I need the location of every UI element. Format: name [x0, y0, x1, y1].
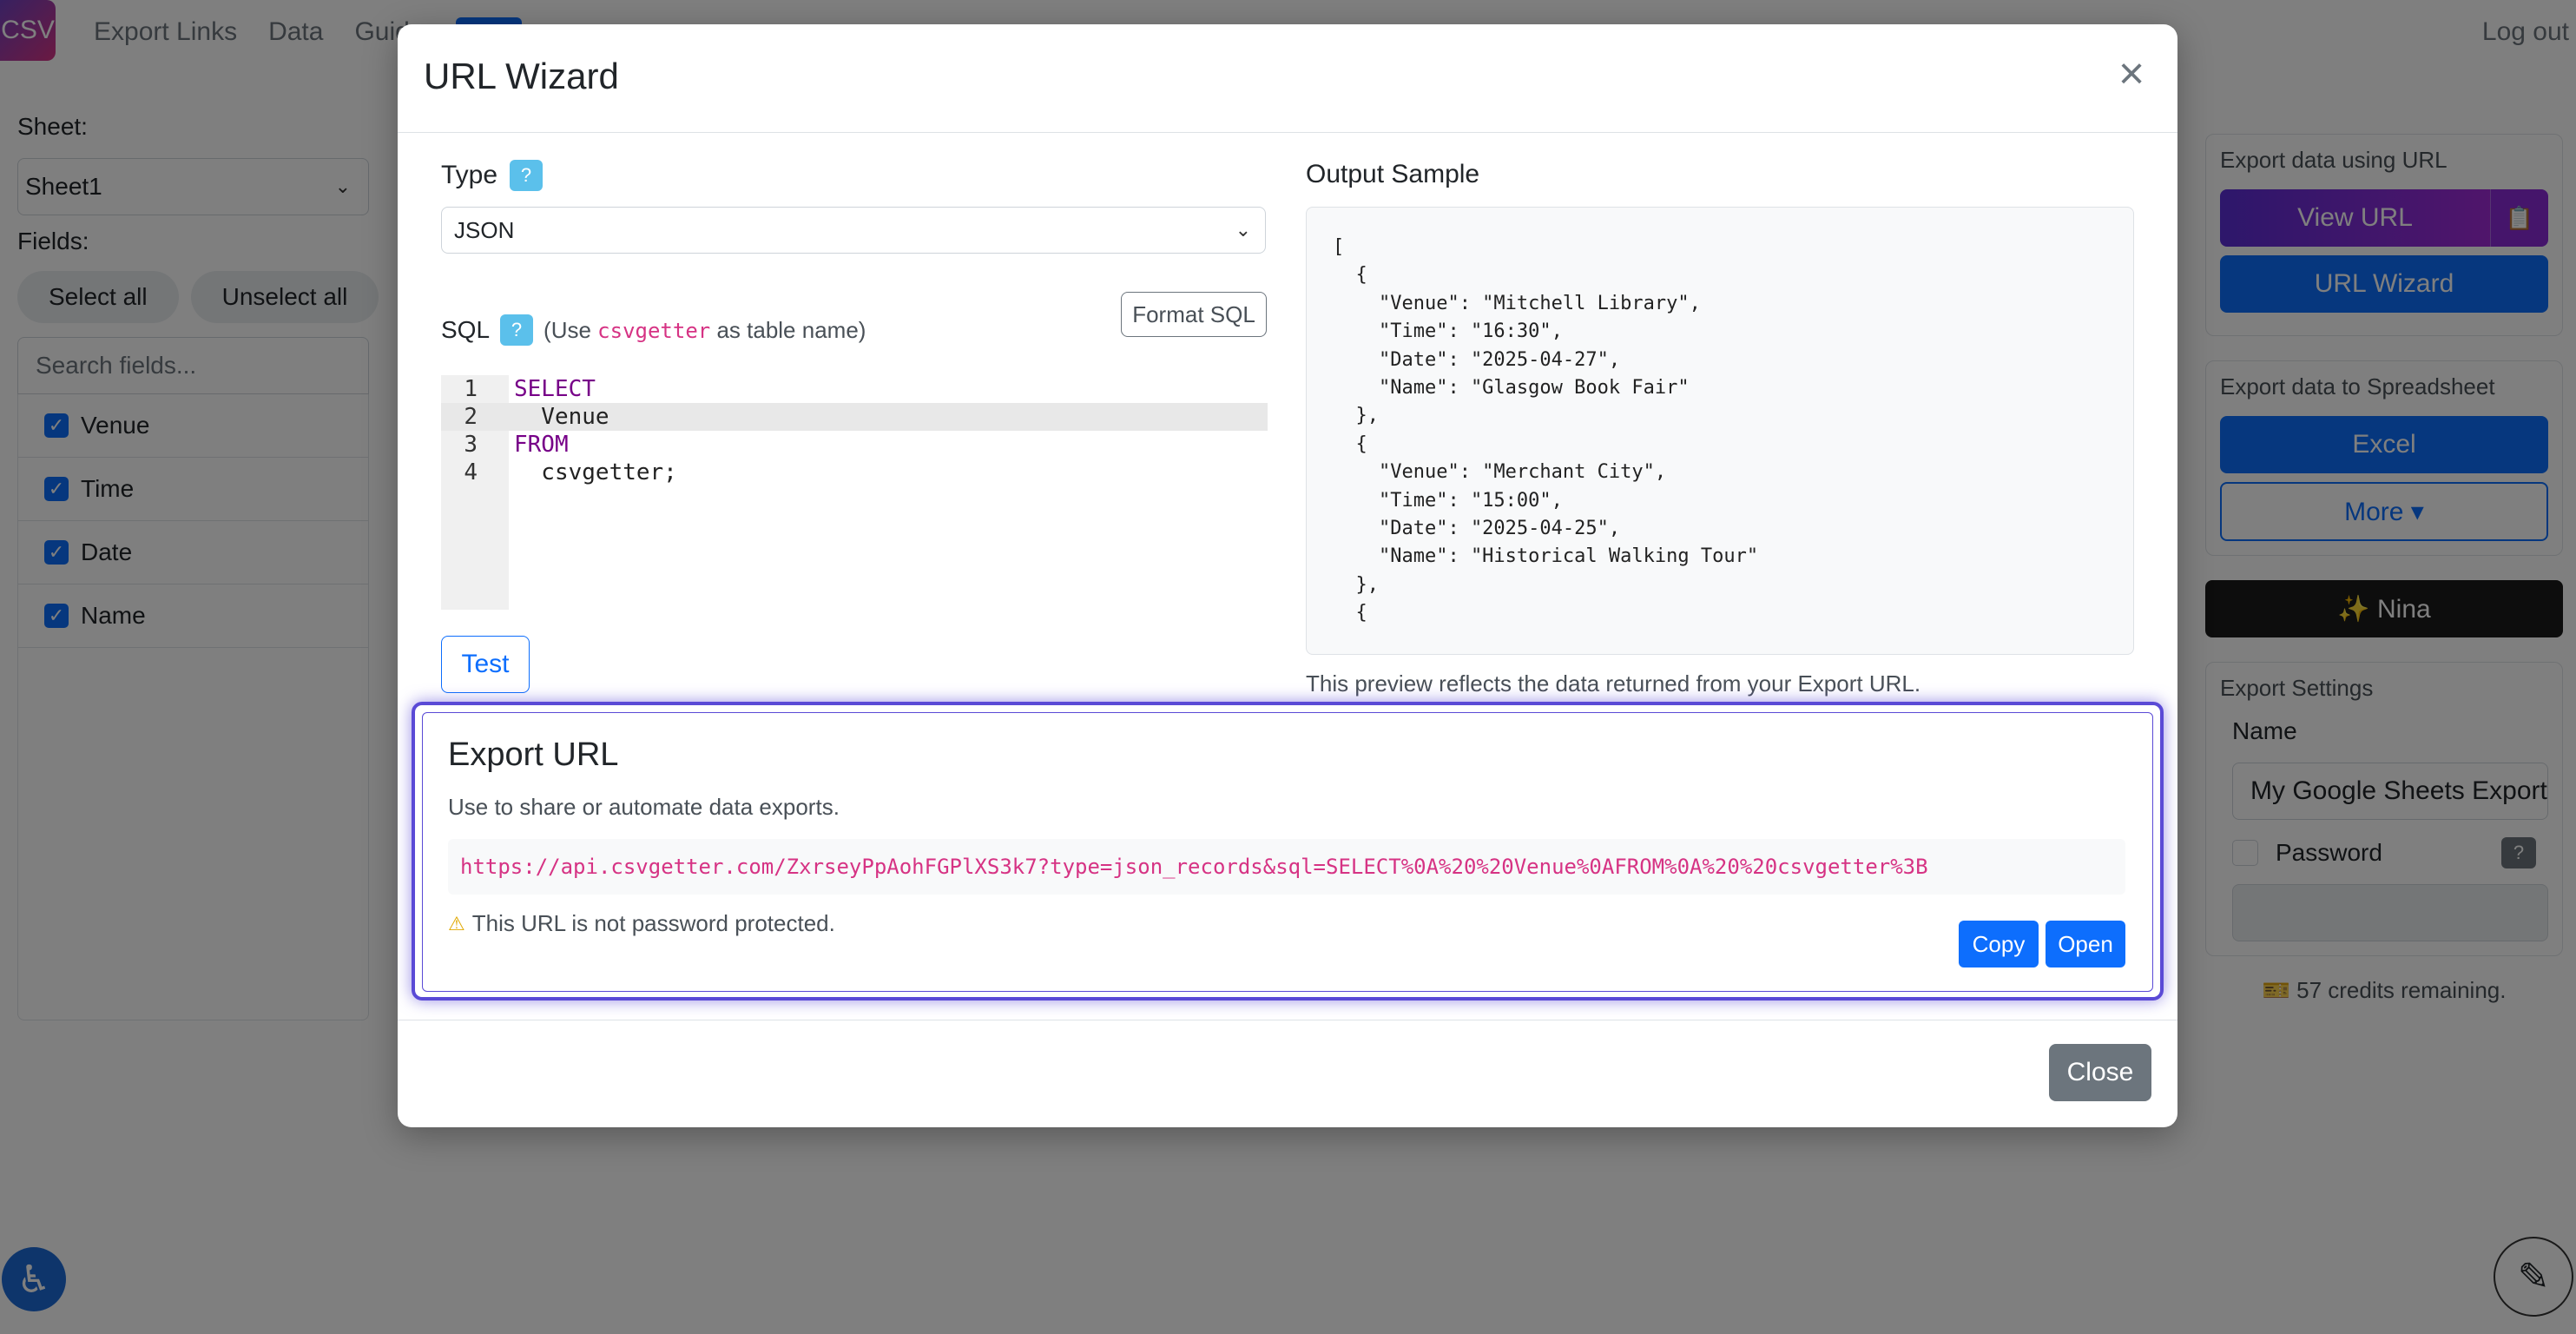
chevron-down-icon: ⌄: [1235, 219, 1251, 241]
output-sample-label: Output Sample: [1306, 160, 1480, 188]
modal-title: URL Wizard: [424, 56, 619, 96]
code-text: Venue: [514, 404, 609, 430]
modal-header: URL Wizard ×: [398, 24, 2177, 133]
close-button[interactable]: Close: [2049, 1044, 2151, 1101]
warning-text: This URL is not password protected.: [471, 910, 835, 936]
type-label: Type: [441, 161, 498, 189]
sql-label: SQL: [441, 316, 491, 343]
export-url-value[interactable]: https://api.csvgetter.com/ZxrseyPpAohFGP…: [448, 839, 2125, 895]
sql-editor[interactable]: 1 SELECT 2 Venue 3 FROM 4 csvgetter;: [441, 375, 1268, 610]
sql-hint: (Use csvgetter as table name): [544, 317, 866, 344]
sql-hint-prefix: (Use: [544, 316, 591, 343]
code-line[interactable]: 4 csvgetter;: [441, 459, 1268, 486]
line-number: 3: [464, 432, 478, 458]
type-select-value: JSON: [454, 216, 515, 243]
code-text: SELECT: [514, 376, 596, 402]
open-button[interactable]: Open: [2046, 921, 2125, 967]
code-text: csvgetter;: [514, 459, 677, 485]
code-line[interactable]: 1 SELECT: [441, 375, 1268, 403]
line-number: 4: [464, 459, 478, 485]
output-sample-box[interactable]: [ { "Venue": "Mitchell Library", "Time":…: [1306, 207, 2134, 655]
sql-hint-code: csvgetter: [597, 318, 711, 343]
export-url-subtitle: Use to share or automate data exports.: [448, 794, 840, 820]
sql-label-row: SQL ? (Use csvgetter as table name): [441, 314, 866, 346]
help-icon[interactable]: ?: [510, 160, 544, 191]
warning-icon: ⚠: [448, 912, 465, 934]
line-number: 1: [464, 376, 478, 402]
test-button[interactable]: Test: [441, 636, 530, 693]
output-note: This preview reflects the data returned …: [1306, 670, 1921, 697]
code-text: FROM: [514, 432, 569, 458]
format-sql-button[interactable]: Format SQL: [1121, 292, 1267, 337]
type-label-row: Type ?: [441, 160, 544, 191]
help-icon[interactable]: ?: [500, 314, 534, 346]
password-warning: ⚠ This URL is not password protected.: [448, 910, 835, 937]
code-line-active[interactable]: 2 Venue: [441, 403, 1268, 431]
line-number: 2: [464, 404, 478, 430]
type-select[interactable]: JSON ⌄: [441, 207, 1266, 254]
code-line[interactable]: 3 FROM: [441, 431, 1268, 459]
copy-button[interactable]: Copy: [1959, 921, 2039, 967]
close-icon[interactable]: ×: [2110, 51, 2153, 97]
url-wizard-modal: URL Wizard × Type ? JSON ⌄ SQL ? (Use cs…: [398, 24, 2177, 1127]
sql-hint-suffix: as table name): [716, 316, 866, 343]
output-sample-json: [ { "Venue": "Mitchell Library", "Time":…: [1333, 236, 1759, 624]
export-url-title: Export URL: [448, 736, 619, 773]
